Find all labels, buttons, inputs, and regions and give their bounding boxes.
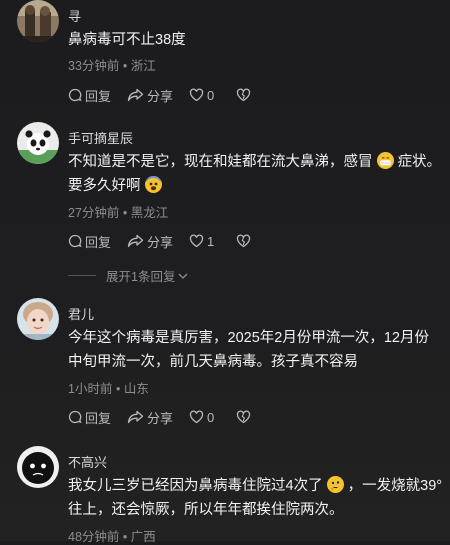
comment-meta: 27分钟前 • 黑龙江	[68, 202, 168, 221]
comment-actions: 回复 分享 0	[68, 408, 270, 426]
heart-icon	[189, 234, 204, 248]
comment-text: 不知道是不是它，现在和娃都在流大鼻涕，感冒 症状。 要多久好啊	[68, 150, 443, 198]
comment-location: 黑龙江	[130, 206, 169, 220]
avatar-image	[17, 298, 59, 340]
like-count: 0	[207, 409, 215, 425]
comment-item: 不高兴 我女儿三岁已经因为鼻病毒住院过4次了 ，一发烧就39°往上，还会惊厥，所…	[0, 444, 450, 544]
comment-text-part: 症状。	[397, 154, 442, 170]
comment-text: 我女儿三岁已经因为鼻病毒住院过4次了 ，一发烧就39°往上，还会惊厥，所以年年都…	[68, 474, 443, 522]
comment-location: 广西	[130, 530, 156, 544]
comment-meta: 1小时前 • 山东	[68, 378, 149, 397]
comment-time: 48分钟前	[68, 530, 120, 544]
comment-item: 寻 鼻病毒可不止38度 33分钟前 • 浙江 回复 分享 0	[0, 0, 450, 110]
comment-time: 33分钟前	[68, 59, 120, 73]
username[interactable]: 寻	[68, 6, 81, 25]
comment-text-part: 我女儿三岁已经因为鼻病毒住院过4次了	[68, 478, 323, 494]
comment-actions: 回复 分享 1	[68, 232, 270, 250]
share-label: 分享	[147, 234, 174, 250]
heart-icon	[189, 88, 204, 102]
username[interactable]: 不高兴	[68, 452, 107, 471]
avatar-image	[17, 122, 59, 164]
dislike-button[interactable]	[236, 88, 254, 102]
share-icon	[127, 88, 144, 102]
reply-button[interactable]: 回复	[68, 408, 111, 427]
comment-text-part: 要多久好啊	[68, 178, 141, 194]
share-label: 分享	[147, 88, 174, 104]
like-count: 0	[207, 87, 215, 103]
comment-location: 山东	[123, 382, 149, 396]
meta-separator: •	[122, 59, 128, 73]
heart-icon	[189, 410, 204, 424]
comment-actions: 回复 分享 0	[68, 86, 270, 104]
share-button[interactable]: 分享	[127, 408, 173, 427]
share-icon	[127, 234, 144, 248]
avatar[interactable]	[17, 0, 59, 42]
broken-heart-icon	[237, 234, 251, 248]
reply-icon	[68, 88, 82, 102]
avatar-image	[17, 0, 59, 42]
chevron-down-icon	[178, 273, 188, 279]
comment-text: 鼻病毒可不止38度	[68, 32, 186, 48]
divider	[68, 275, 96, 276]
dislike-button[interactable]	[236, 410, 254, 424]
comment-item: 手可摘星辰 不知道是不是它，现在和娃都在流大鼻涕，感冒 症状。 要多久好啊 27…	[0, 120, 450, 260]
reply-label: 回复	[85, 410, 112, 426]
like-count: 1	[207, 233, 215, 249]
username[interactable]: 手可摘星辰	[68, 128, 133, 147]
share-button[interactable]: 分享	[127, 232, 173, 251]
share-label: 分享	[147, 410, 174, 426]
comment-time: 1小时前	[68, 382, 113, 396]
thinking-face-emoji-icon	[326, 476, 344, 493]
meta-separator: •	[115, 382, 121, 396]
reply-label: 回复	[85, 88, 112, 104]
comment-meta: 48分钟前 • 广西	[68, 526, 156, 545]
avatar[interactable]	[17, 446, 59, 488]
reply-button[interactable]: 回复	[68, 232, 111, 251]
expand-replies-label: 展开1条回复	[106, 270, 176, 284]
broken-heart-icon	[237, 410, 251, 424]
meta-separator: •	[122, 206, 128, 220]
username[interactable]: 君儿	[68, 304, 94, 323]
meta-separator: •	[122, 530, 128, 544]
like-button[interactable]: 1	[189, 234, 214, 249]
share-icon	[127, 410, 144, 424]
reply-icon	[68, 410, 82, 424]
avatar[interactable]	[17, 122, 59, 164]
reply-button[interactable]: 回复	[68, 86, 111, 105]
fearful-face-emoji-icon	[144, 176, 162, 193]
avatar[interactable]	[17, 298, 59, 340]
comment-meta: 33分钟前 • 浙江	[68, 55, 156, 74]
avatar-image	[17, 446, 59, 488]
dislike-button[interactable]	[236, 234, 254, 248]
broken-heart-icon	[237, 88, 251, 102]
comment-item: 君儿 今年这个病毒是真厉害，2025年2月份甲流一次，12月份中旬甲流一次，前几…	[0, 296, 450, 436]
reply-label: 回复	[85, 234, 112, 250]
expand-replies-button[interactable]: 展开1条回复	[68, 266, 189, 285]
like-button[interactable]: 0	[189, 410, 214, 425]
reply-icon	[68, 234, 82, 248]
comment-text: 今年这个病毒是真厉害，2025年2月份甲流一次，12月份中旬甲流一次，前几天鼻病…	[68, 330, 429, 370]
comment-time: 27分钟前	[68, 206, 120, 220]
comment-text-part: 不知道是不是它，现在和娃都在流大鼻涕，感冒	[68, 154, 373, 170]
like-button[interactable]: 0	[189, 88, 214, 103]
share-button[interactable]: 分享	[127, 86, 173, 105]
mask-face-emoji-icon	[376, 152, 394, 169]
comment-location: 浙江	[130, 59, 156, 73]
